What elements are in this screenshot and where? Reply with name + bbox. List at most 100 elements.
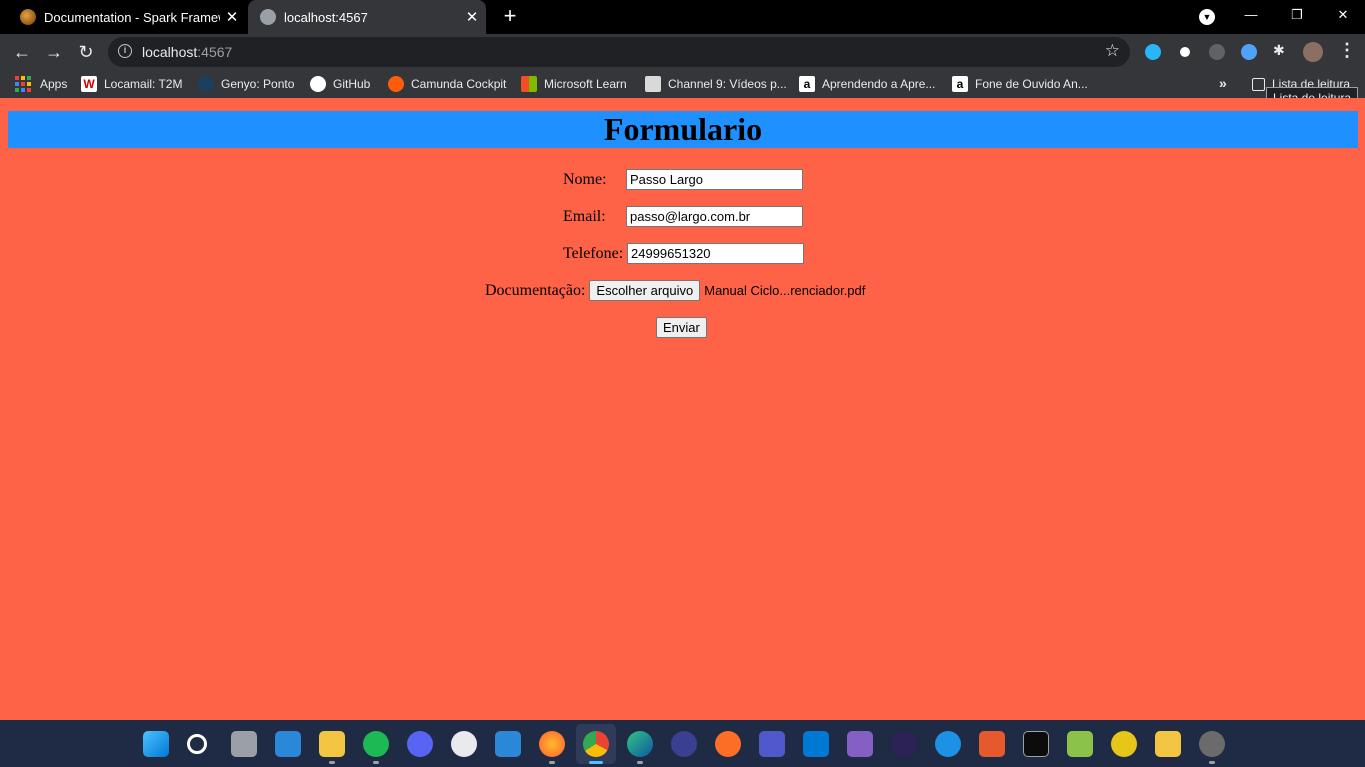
running-indicator — [373, 761, 379, 764]
submit-row: Enviar — [656, 317, 707, 338]
bookmark-locamail[interactable]: W Locamail: T2M — [81, 75, 182, 93]
eclipse-icon[interactable] — [891, 731, 917, 757]
search-icon[interactable] — [187, 734, 207, 754]
globe-icon — [260, 9, 276, 25]
profile-avatar[interactable] — [1303, 42, 1323, 62]
file-explorer-icon[interactable] — [319, 731, 345, 757]
amazon-icon: a — [952, 76, 968, 92]
task-view-icon[interactable] — [231, 731, 257, 757]
firefox-icon[interactable] — [539, 731, 565, 757]
email-label: Email: — [563, 207, 606, 225]
reading-list-icon — [1252, 77, 1265, 91]
docker-icon[interactable] — [935, 731, 961, 757]
page-title: Formulario — [603, 111, 763, 147]
close-tab-icon[interactable]: ✕ — [220, 8, 244, 26]
spark-favicon-icon — [20, 9, 36, 25]
widgets-icon[interactable] — [275, 731, 301, 757]
tab-title: localhost:4567 — [284, 9, 368, 25]
terminal-icon[interactable] — [1023, 731, 1049, 757]
tab-localhost[interactable]: localhost:4567 ✕ — [248, 0, 486, 34]
notepad-icon[interactable] — [1067, 731, 1093, 757]
channel9-icon — [645, 76, 661, 92]
running-indicator — [1209, 761, 1215, 764]
more-bookmarks-icon[interactable]: » — [1219, 75, 1227, 91]
telefone-input[interactable] — [627, 243, 804, 264]
teams-icon[interactable] — [759, 731, 785, 757]
camunda-icon — [388, 76, 404, 92]
bookmark-github[interactable]: GitHub — [310, 75, 370, 93]
settings-icon[interactable] — [1199, 731, 1225, 757]
taskbar — [0, 720, 1365, 767]
tab-title: Documentation - Spark Framewo — [44, 9, 220, 25]
close-window-button[interactable]: ✕ — [1320, 0, 1365, 34]
bookmark-aprendendo[interactable]: a Aprendendo a Apre... — [799, 75, 935, 93]
extension-eye-icon[interactable] — [1209, 44, 1225, 60]
running-indicator — [329, 761, 335, 764]
minimize-button[interactable]: — — [1228, 0, 1274, 34]
postman-icon[interactable] — [715, 731, 741, 757]
email-row: Email: — [563, 206, 803, 227]
menu-icon[interactable]: ⋮ — [1338, 40, 1356, 61]
visual-studio-icon[interactable] — [847, 731, 873, 757]
extension-cloud-icon[interactable] — [1241, 44, 1257, 60]
edge-icon[interactable] — [627, 731, 653, 757]
bookmark-fone[interactable]: a Fone de Ouvido An... — [952, 75, 1088, 93]
genyo-icon — [198, 76, 214, 92]
restore-button[interactable]: ❐ — [1274, 0, 1320, 34]
bookmark-channel9[interactable]: Channel 9: Vídeos p... — [645, 75, 787, 93]
telefone-row: Telefone: — [563, 243, 804, 264]
bookmarks-bar: Apps W Locamail: T2M Genyo: Ponto GitHub… — [0, 70, 1365, 98]
nome-row: Nome: — [563, 169, 803, 190]
apps-grid-icon — [15, 76, 31, 92]
app-circle-icon[interactable] — [671, 731, 697, 757]
security-icon[interactable] — [495, 731, 521, 757]
site-info-icon[interactable]: i — [118, 44, 132, 58]
tab-documentation[interactable]: Documentation - Spark Framewo ✕ — [8, 0, 246, 34]
browser-toolbar: ← → ↻ i localhost:4567 ☆ ✱ — [0, 34, 1365, 70]
extension-icon[interactable] — [1145, 44, 1161, 60]
discord-icon[interactable] — [407, 731, 433, 757]
spotify-icon[interactable] — [363, 731, 389, 757]
back-button[interactable]: ← — [10, 40, 34, 64]
nome-input[interactable] — [626, 169, 803, 190]
bookmark-star-icon[interactable]: ☆ — [1105, 41, 1120, 61]
email-input[interactable] — [626, 206, 803, 227]
locamail-icon: W — [81, 76, 97, 92]
documentacao-row: Documentação: Escolher arquivo Manual Ci… — [485, 280, 865, 301]
chrome-icon[interactable] — [583, 731, 609, 757]
new-tab-button[interactable]: + — [498, 5, 522, 29]
choose-file-button[interactable]: Escolher arquivo — [589, 280, 701, 301]
github-icon — [310, 76, 326, 92]
telefone-label: Telefone: — [563, 244, 624, 262]
running-indicator — [637, 761, 643, 764]
page-header: Formulario — [8, 111, 1358, 148]
tab-search-icon[interactable]: ▼ — [1199, 9, 1215, 25]
close-tab-icon[interactable]: ✕ — [460, 8, 484, 26]
page-content: Formulario Nome: Email: Telefone: Docume… — [0, 98, 1365, 720]
app-yellow-icon[interactable] — [1111, 731, 1137, 757]
tab-strip: Documentation - Spark Framewo ✕ localhos… — [0, 0, 1365, 34]
vscode-icon[interactable] — [803, 731, 829, 757]
start-icon[interactable] — [143, 731, 169, 757]
bookmark-camunda[interactable]: Camunda Cockpit — [388, 75, 506, 93]
bookmark-apps[interactable]: Apps — [15, 75, 67, 93]
amazon-icon: a — [799, 76, 815, 92]
address-bar[interactable]: i localhost:4567 ☆ — [108, 37, 1130, 67]
forward-button[interactable]: → — [42, 40, 66, 64]
bookmark-genyo[interactable]: Genyo: Ponto — [198, 75, 294, 93]
documentacao-label: Documentação: — [485, 281, 586, 299]
running-indicator — [549, 761, 555, 764]
submit-button[interactable]: Enviar — [656, 317, 707, 338]
nome-label: Nome: — [563, 170, 607, 188]
selected-filename: Manual Ciclo...renciador.pdf — [704, 283, 866, 298]
app-icon[interactable] — [451, 731, 477, 757]
extension-h-icon[interactable] — [1177, 44, 1193, 60]
address-url: localhost:4567 — [142, 44, 233, 60]
extensions-puzzle-icon[interactable]: ✱ — [1273, 42, 1289, 58]
app-tools-icon[interactable] — [1155, 731, 1181, 757]
reload-button[interactable]: ↻ — [74, 40, 98, 64]
microsoft-icon — [521, 76, 537, 92]
bookmark-microsoft-learn[interactable]: Microsoft Learn — [521, 75, 627, 93]
active-indicator — [589, 761, 603, 764]
camunda-modeler-icon[interactable] — [979, 731, 1005, 757]
